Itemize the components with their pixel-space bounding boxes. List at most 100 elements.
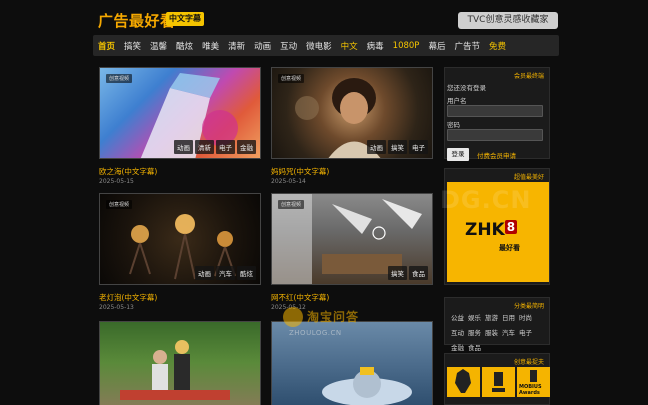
tag[interactable]: 动画: [367, 140, 386, 154]
site-logo-title[interactable]: 广告最好看: [98, 10, 176, 31]
tag[interactable]: 酷炫: [237, 266, 256, 280]
ad-logo-text: ZHK: [465, 220, 505, 240]
category-list: 公益 娱乐 旅游 日用 时尚 互动 服务 服装 汽车 电子 金融 食品: [451, 312, 549, 357]
video-title[interactable]: 欧之海(中文字幕): [99, 166, 157, 177]
page: 广告最好看 中文字幕 TVC创意灵感收藏家 首页 搞笑 温馨 酷炫 唯美 清新 …: [0, 0, 648, 405]
tag[interactable]: 动画: [174, 140, 193, 154]
password-input[interactable]: [447, 129, 543, 141]
video-title[interactable]: 网不红(中文字幕): [271, 292, 329, 303]
thumbnail-tag: 创意视频: [278, 200, 305, 209]
category-item[interactable]: 时尚: [519, 312, 532, 322]
apply-membership-link[interactable]: 付费会员申请: [477, 150, 516, 160]
password-label: 密码: [447, 121, 460, 129]
watermark: 淘宝问答 ZHOULOG.CN: [283, 305, 393, 339]
panel-heading: 超值最美好: [513, 174, 544, 181]
nav-item-free[interactable]: 免费: [489, 40, 506, 52]
category-item[interactable]: 服装: [485, 327, 498, 337]
nav-item-microfilm[interactable]: 微电影: [306, 40, 332, 52]
tag-list: 动画 清新 电子 金融: [174, 140, 256, 154]
nav-item-funny[interactable]: 搞笑: [124, 40, 141, 52]
video-title[interactable]: 老灯泡(中文字幕): [99, 292, 157, 303]
nav-item-interactive[interactable]: 互动: [280, 40, 297, 52]
award-label: MOBIUS Awards: [519, 384, 542, 396]
category-item[interactable]: 金融: [451, 342, 464, 352]
category-item[interactable]: 公益: [451, 312, 464, 322]
login-status: 您还没有登录: [447, 84, 486, 92]
video-thumbnail[interactable]: 创意视频 搞笑 食品: [271, 193, 433, 285]
tag[interactable]: 搞笑: [388, 266, 407, 280]
nav-item-fresh[interactable]: 清新: [228, 40, 245, 52]
site-logo-badge: 中文字幕: [166, 12, 204, 26]
awards-panel: 创意最捉夫 MOBIUS Awards: [444, 353, 550, 405]
trophy-shape-icon: [492, 372, 505, 392]
tag[interactable]: 动画: [195, 266, 214, 280]
award-logos[interactable]: MOBIUS Awards: [447, 367, 550, 397]
lion-icon: [455, 369, 471, 393]
tag[interactable]: 清新: [195, 140, 214, 154]
category-item[interactable]: 旅游: [485, 312, 498, 322]
nav-item-1080p[interactable]: 1080P: [393, 41, 420, 51]
video-card[interactable]: 创意视频 动画 清新 电子 金融 欧之海(中文字幕) 2025-05-15: [99, 67, 261, 187]
watermark-cn: 淘宝问答: [307, 310, 360, 324]
video-thumbnail[interactable]: 创意视频 动画 搞笑 电子: [271, 67, 433, 159]
tag[interactable]: 搞笑: [388, 140, 407, 154]
background-watermark: DG.CN: [440, 186, 532, 214]
nav-item-behind-scenes[interactable]: 幕后: [428, 40, 445, 52]
nav-item-beautiful[interactable]: 唯美: [202, 40, 219, 52]
category-item[interactable]: 电子: [519, 327, 532, 337]
video-thumbnail[interactable]: [99, 321, 261, 405]
video-title[interactable]: 妈妈咒(中文字幕): [271, 166, 329, 177]
category-panel: 分类最简明 公益 娱乐 旅游 日用 时尚 互动 服务 服装 汽车 电子 金融 食…: [444, 297, 550, 352]
panel-heading: 分类最简明: [513, 303, 544, 310]
panel-heading: 会员最终端: [513, 73, 544, 80]
video-card[interactable]: 创意视频 动画 搞笑 电子 妈妈咒(中文字幕) 2025-05-14: [271, 67, 433, 187]
video-thumbnail[interactable]: 创意视频 动画 汽车 酷炫: [99, 193, 261, 285]
tag-list: 搞笑 食品: [388, 266, 428, 280]
ad-logo: ZHK 8: [465, 220, 518, 240]
tag[interactable]: 金融: [237, 140, 256, 154]
video-date: 2025-05-13: [99, 304, 134, 311]
video-date: 2025-05-14: [271, 178, 306, 185]
cannes-lion-icon: [447, 367, 480, 397]
couple-art-icon: [120, 340, 230, 400]
nav-item-viral[interactable]: 病毒: [367, 40, 384, 52]
username-input[interactable]: [447, 105, 543, 117]
site-header: 广告最好看 中文字幕 TVC创意灵感收藏家: [0, 0, 648, 34]
tag-list: 动画 搞笑 电子: [367, 140, 428, 154]
nav-item-chinese[interactable]: 中文: [341, 40, 358, 52]
nav-item-festival[interactable]: 广告节: [454, 40, 480, 52]
nav-item-warm[interactable]: 温馨: [150, 40, 167, 52]
video-card[interactable]: 创意视频 动画 汽车 酷炫 老灯泡(中文字幕) 2025-05-13: [99, 193, 261, 313]
watermark-logo-icon: [283, 307, 303, 327]
nav-item-home[interactable]: 首页: [98, 40, 115, 52]
tag[interactable]: 汽车: [216, 266, 235, 280]
category-item[interactable]: 服务: [468, 327, 481, 337]
video-thumbnail[interactable]: 创意视频 动画 清新 电子 金融: [99, 67, 261, 159]
category-item[interactable]: 食品: [468, 342, 481, 352]
thumbnail-tag: 创意视频: [278, 74, 305, 83]
watermark-en: ZHOULOG.CN: [289, 329, 342, 337]
category-item[interactable]: 互动: [451, 327, 464, 337]
ad-logo-number: 8: [504, 220, 518, 234]
nav-item-animation[interactable]: 动画: [254, 40, 271, 52]
video-card[interactable]: 创意视频 搞笑 食品 网不红(中文字幕) 2025-05-12: [271, 193, 433, 313]
panel-heading: 创意最捉夫: [513, 359, 544, 366]
login-button[interactable]: 登录: [447, 148, 469, 161]
tag[interactable]: 食品: [409, 266, 428, 280]
trophy-icon: [482, 367, 515, 397]
tag[interactable]: 电子: [409, 140, 428, 154]
video-date: 2025-05-15: [99, 178, 134, 185]
tag[interactable]: 电子: [216, 140, 235, 154]
video-card[interactable]: [99, 321, 261, 405]
username-label: 用户名: [447, 97, 467, 105]
main-nav: 首页 搞笑 温馨 酷炫 唯美 清新 动画 互动 微电影 中文 病毒 1080P …: [93, 35, 559, 56]
ad-subtitle: 最好看: [499, 244, 520, 252]
category-item[interactable]: 日用: [502, 312, 515, 322]
category-item[interactable]: 娱乐: [468, 312, 481, 322]
thumbnail-tag: 创意视频: [106, 74, 133, 83]
login-panel: 会员最终端 您还没有登录 用户名 密码 登录 付费会员申请: [444, 67, 550, 161]
favorite-link[interactable]: TVC创意灵感收藏家: [458, 12, 558, 29]
category-item[interactable]: 汽车: [502, 327, 515, 337]
mobius-award-icon: MOBIUS Awards: [517, 367, 550, 397]
nav-item-cool[interactable]: 酷炫: [176, 40, 193, 52]
